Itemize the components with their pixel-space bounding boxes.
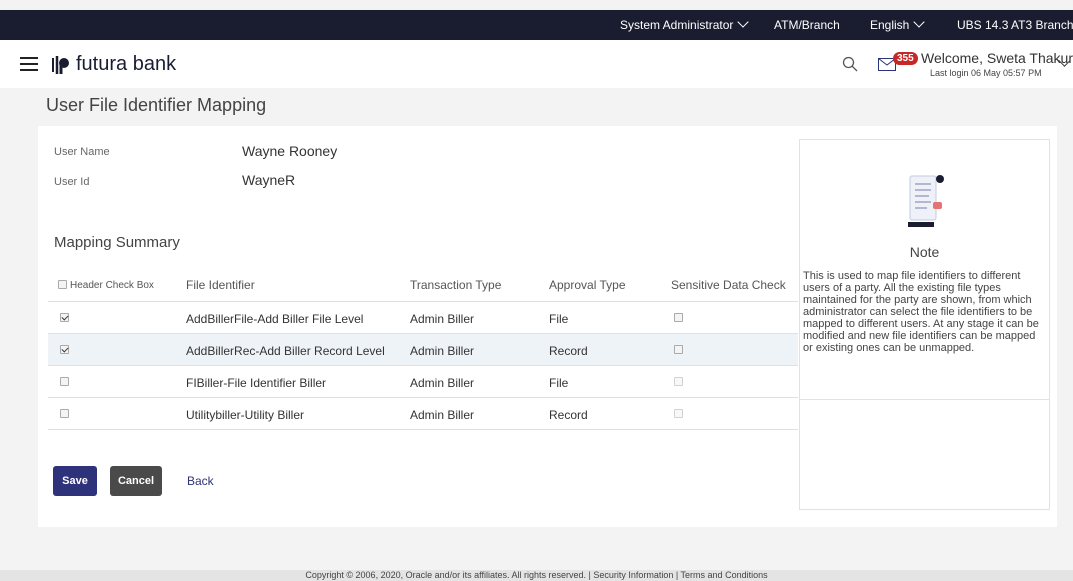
last-login-text: Last login 06 May 05:57 PM — [930, 68, 1042, 78]
approval-type-cell: Record — [549, 408, 588, 422]
document-note-icon — [908, 175, 944, 227]
branch-label: UBS 14.3 AT3 Branch — [957, 18, 1073, 32]
note-panel: Note This is used to map file identifier… — [799, 139, 1050, 510]
column-header-sensitive-data-check: Sensitive Data Check — [671, 278, 786, 292]
file-identifier-cell: FIBiller-File Identifier Biller — [186, 376, 327, 390]
header-checkbox-label: Header Check Box — [70, 280, 154, 291]
column-header-file-identifier: File Identifier — [186, 278, 255, 292]
welcome-text[interactable]: Welcome, Sweta Thakur — [921, 50, 1073, 66]
user-id-label: User Id — [54, 176, 90, 188]
page-title: User File Identifier Mapping — [46, 95, 267, 115]
table-header-row: Header Check Box File Identifier Transac… — [48, 268, 798, 302]
brand-name: futura bank — [76, 53, 177, 75]
header-checkbox[interactable] — [58, 280, 67, 289]
top-bar: System Administrator ATM/Branch English … — [0, 10, 1073, 40]
notification-badge: 355 — [893, 52, 918, 65]
row-checkbox[interactable] — [60, 409, 69, 418]
table-row: Utilitybiller-Utility Biller Admin Bille… — [48, 398, 798, 430]
language-selector[interactable]: English — [870, 16, 926, 32]
save-button[interactable]: Save — [53, 466, 97, 496]
branch-selector[interactable]: UBS 14.3 AT3 Branch — [957, 18, 1073, 32]
table-row: AddBillerFile-Add Biller File Level Admi… — [48, 302, 798, 334]
sensitive-data-checkbox-disabled — [674, 377, 683, 386]
approval-type-cell: Record — [549, 344, 588, 358]
column-header-approval-type: Approval Type — [549, 278, 626, 292]
cancel-button[interactable]: Cancel — [110, 466, 162, 496]
transaction-type-cell: Admin Biller — [410, 376, 475, 390]
language-label: English — [870, 18, 910, 32]
atm-branch-link[interactable]: ATM/Branch — [774, 18, 840, 32]
sensitive-data-checkbox[interactable] — [674, 313, 683, 322]
sensitive-data-checkbox-disabled — [674, 409, 683, 418]
role-label: System Administrator — [620, 18, 734, 32]
transaction-type-cell: Admin Biller — [410, 344, 475, 358]
row-checkbox[interactable] — [60, 345, 69, 354]
note-divider — [800, 399, 1049, 400]
transaction-type-cell: Admin Biller — [410, 312, 475, 326]
column-header-transaction-type: Transaction Type — [410, 278, 502, 292]
mapping-summary-title: Mapping Summary — [54, 234, 180, 251]
chevron-down-icon — [913, 16, 926, 28]
transaction-type-cell: Admin Biller — [410, 408, 475, 422]
file-identifier-cell: Utilitybiller-Utility Biller — [186, 408, 305, 422]
note-text: This is used to map file identifiers to … — [803, 270, 1039, 354]
sensitive-data-checkbox[interactable] — [674, 345, 683, 354]
table-row: FIBiller-File Identifier Biller Admin Bi… — [48, 366, 798, 398]
chevron-down-icon — [737, 16, 750, 28]
user-name-label: User Name — [54, 146, 110, 158]
row-checkbox[interactable] — [60, 313, 69, 322]
footer: Copyright © 2006, 2020, Oracle and/or it… — [0, 570, 1073, 581]
app-header: futura bank 355 Welcome, Sweta Thakur La… — [0, 40, 1073, 88]
row-checkbox[interactable] — [60, 377, 69, 386]
role-selector[interactable]: System Administrator — [620, 16, 750, 32]
user-name-value: Wayne Rooney — [242, 143, 338, 159]
logo-icon — [52, 55, 69, 74]
user-id-value: WayneR — [242, 172, 296, 188]
back-link[interactable]: Back — [187, 474, 214, 488]
approval-type-cell: File — [549, 376, 569, 390]
file-identifier-cell: AddBillerRec-Add Biller Record Level — [186, 344, 385, 358]
menu-icon[interactable] — [20, 57, 38, 71]
search-icon[interactable] — [842, 56, 858, 72]
file-identifier-cell: AddBillerFile-Add Biller File Level — [186, 312, 364, 326]
note-title: Note — [909, 244, 940, 260]
brand-logo[interactable]: futura bank — [50, 53, 176, 76]
table-row: AddBillerRec-Add Biller Record Level Adm… — [48, 334, 798, 366]
approval-type-cell: File — [549, 312, 569, 326]
